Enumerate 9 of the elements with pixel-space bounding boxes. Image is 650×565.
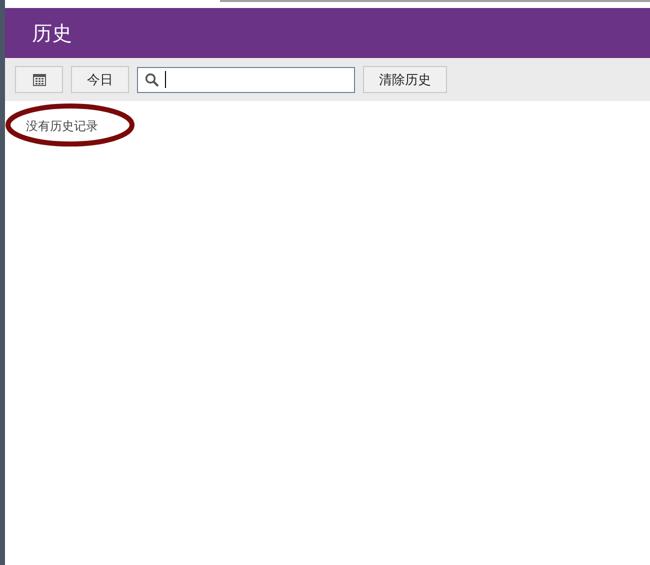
search-icon <box>145 72 159 86</box>
clear-history-button[interactable]: 清除历史 <box>363 66 447 93</box>
calendar-icon <box>32 74 46 86</box>
today-button[interactable]: 今日 <box>71 66 129 93</box>
calendar-button[interactable] <box>15 66 63 93</box>
empty-history-message: 没有历史记录 <box>26 119 98 133</box>
panel-title: 历史 <box>32 20 72 46</box>
text-cursor <box>165 71 166 88</box>
search-field[interactable] <box>137 66 355 92</box>
